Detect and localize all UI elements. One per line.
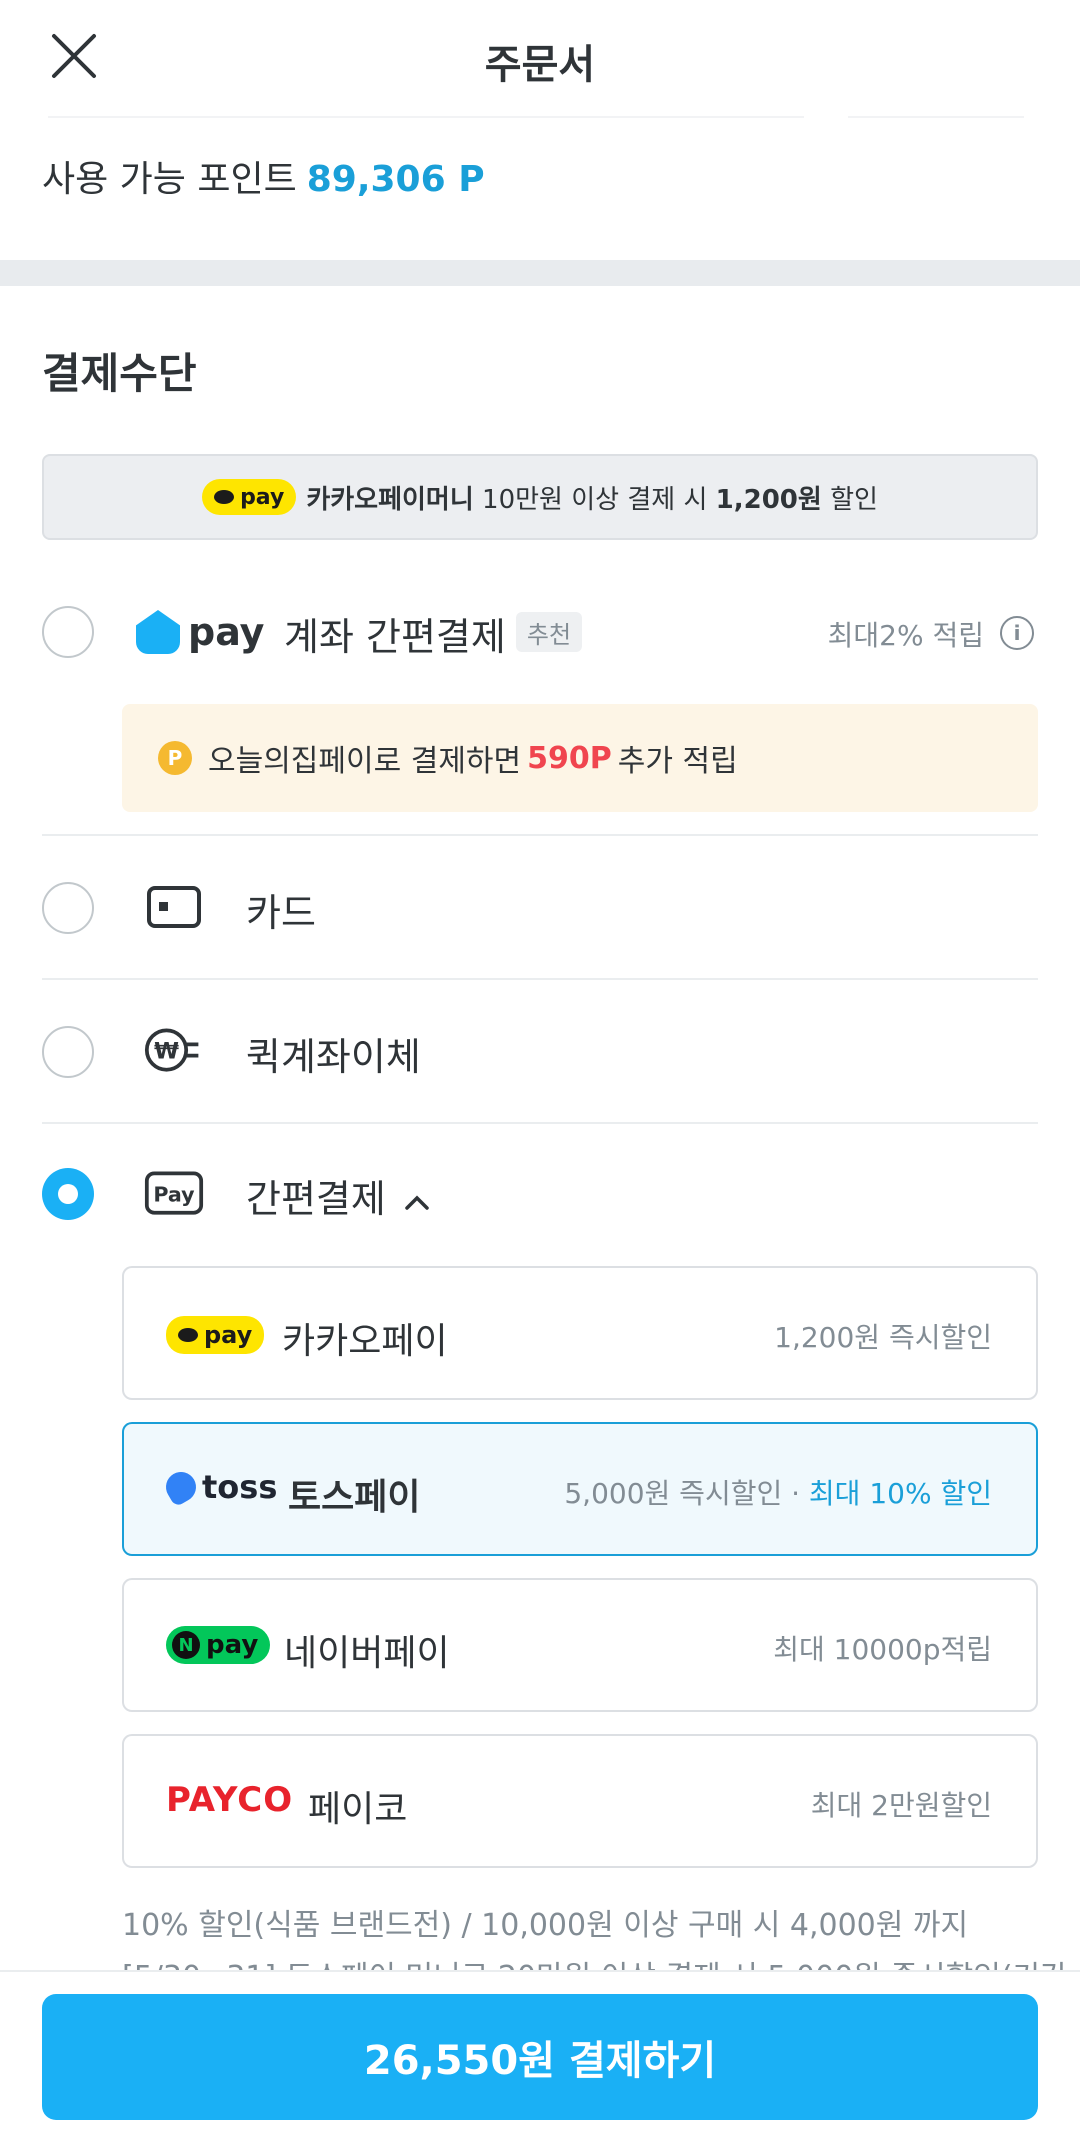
svg-text:₩: ₩ [154,1038,179,1064]
header: 주문서 [0,0,1080,118]
naverpay-benefit: 최대 10000p적립 [773,1633,992,1666]
promo-note: 10% 할인(식품 브랜드전) / 10,000원 이상 구매 시 4,000원… [122,1908,969,1943]
divider [42,1122,1038,1124]
naverpay-logo: Npay [166,1626,271,1664]
ohou-pay-reward: 최대2% 적립 [827,619,984,652]
kakaopay-logo: pay [166,1316,274,1354]
quick-transfer-label[interactable]: 퀵계좌이체 [246,1026,421,1081]
promo-brand: 카카오페이머니 [306,484,474,515]
kakaopay-promo-banner[interactable]: pay 카카오페이머니 10만원 이상 결제 시 1,200원 할인 [42,454,1038,540]
svg-text:Pay: Pay [153,1182,195,1206]
tosspay-benefit: 5,000원 즉시할인 · 최대 10% 할인 [564,1477,992,1510]
available-points: 사용 가능 포인트 89,306 P [42,150,485,202]
recommend-badge: 추천 [516,612,582,652]
tosspay-option[interactable]: toss 토스페이 5,000원 즉시할인 · 최대 10% 할인 [122,1422,1038,1556]
radio-easy-pay[interactable] [42,1168,94,1220]
kakaopay-benefit: 1,200원 즉시할인 [774,1321,992,1354]
card-icon [144,885,204,929]
section-divider [0,260,1080,286]
radio-ohou-pay[interactable] [42,606,94,658]
payco-benefit: 최대 2만원할인 [810,1789,992,1822]
pay-button[interactable]: 26,550원 결제하기 [42,1994,1038,2120]
toss-drop-icon [160,1466,202,1508]
radio-quick-transfer[interactable] [42,1026,94,1078]
easy-pay-label[interactable]: 간편결제 [246,1168,430,1223]
point-coin-icon: P [158,741,192,775]
pay-icon: Pay [144,1171,204,1215]
header-divider [48,116,804,118]
payco-name: 페이코 [308,1789,408,1830]
card-label[interactable]: 카드 [246,882,316,937]
speech-bubble-icon [178,1328,198,1342]
tosspay-benefit-accent: 최대 10% 할인 [808,1477,992,1510]
header-divider [848,116,1024,118]
naverpay-option[interactable]: Npay 네이버페이 최대 10000p적립 [122,1578,1038,1712]
bonus-points: 590P [527,740,612,776]
points-value: 89,306 P [306,159,485,200]
radio-card[interactable] [42,882,94,934]
divider [42,834,1038,836]
promo-text: 10만원 이상 결제 시 [473,484,716,515]
payco-logo: PAYCO [166,1780,294,1820]
promo-text-end: 할인 [821,484,878,515]
house-icon [136,610,180,654]
naverpay-name: 네이버페이 [284,1633,450,1674]
speech-bubble-icon [214,490,235,504]
kakaopay-name: 카카오페이 [282,1321,448,1362]
payment-method-title: 결제수단 [42,349,197,398]
toss-logo: toss [160,1466,277,1508]
kakaopay-option[interactable]: pay 카카오페이 1,200원 즉시할인 [122,1266,1038,1400]
ohou-pay-logo: pay [136,610,264,654]
won-plug-icon: ₩ [144,1028,204,1072]
points-label: 사용 가능 포인트 [42,159,297,200]
ohou-pay-bonus: P 오늘의집페이로 결제하면 590P 추가 적립 [122,704,1038,812]
payco-option[interactable]: PAYCO 페이코 최대 2만원할인 [122,1734,1038,1868]
promo-amount: 1,200원 [715,484,822,515]
kakaopay-logo: pay [202,479,297,515]
divider [42,978,1038,980]
tosspay-name: 토스페이 [288,1477,421,1518]
bottom-bar: 26,550원 결제하기 [0,1970,1080,2141]
page-title: 주문서 [484,42,596,88]
info-icon[interactable]: i [1000,616,1034,650]
chevron-up-icon[interactable] [404,1193,430,1211]
ohou-pay-label[interactable]: 계좌 간편결제 [284,606,506,661]
